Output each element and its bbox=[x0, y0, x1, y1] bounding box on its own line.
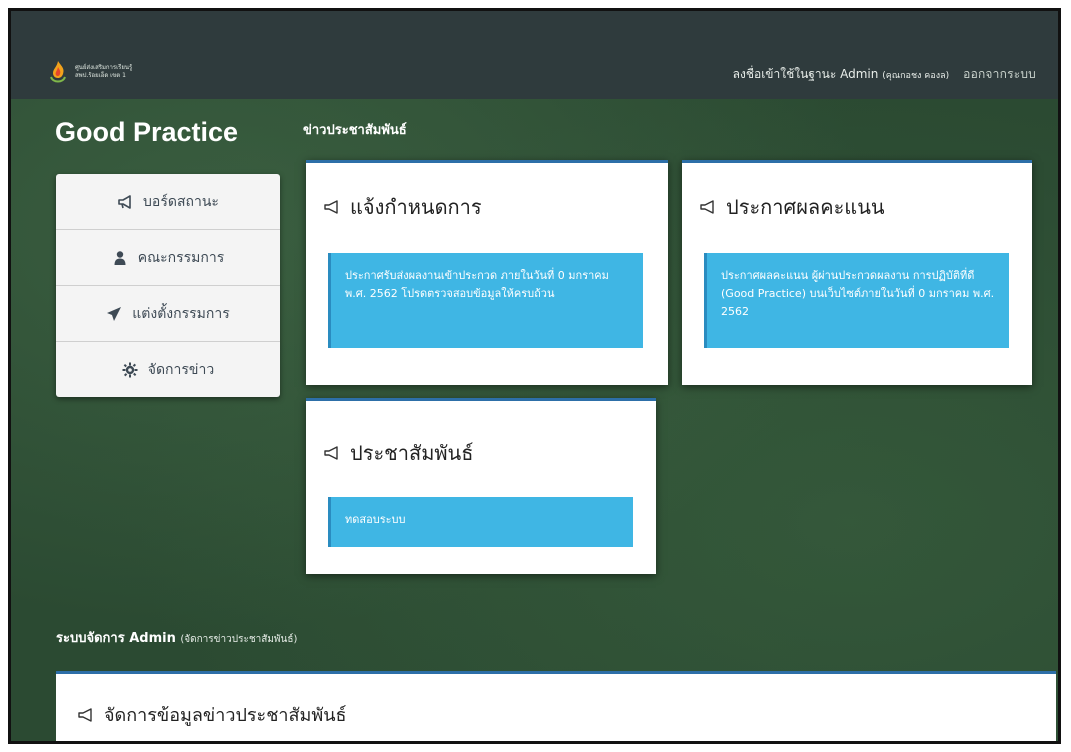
admin-section-heading: ระบบจัดการ Admin (จัดการข่าวประชาสัมพันธ… bbox=[56, 627, 297, 648]
sidebar-item-label: บอร์ดสถานะ bbox=[143, 193, 219, 210]
megaphone-icon bbox=[700, 200, 714, 214]
gear-icon bbox=[122, 362, 138, 378]
card-message: ประกาศรับส่งผลงานเข้าประกวด ภายในวันที่ … bbox=[328, 253, 643, 348]
megaphone-icon bbox=[324, 446, 338, 460]
admin-manage-news-card: จัดการข้อมูลข่าวประชาสัมพันธ์ bbox=[56, 671, 1056, 741]
screenshot-frame: ศูนย์ส่งเสริมการเรียนรู้ สพป.ร้อยเอ็ด เข… bbox=[8, 8, 1061, 744]
megaphone-icon bbox=[324, 200, 338, 214]
card-message: ประกาศผลคะแนน ผู้ผ่านประกวดผลงาน การปฏิบ… bbox=[704, 253, 1009, 348]
login-as-text: ลงชื่อเข้าใช้ในฐานะ Admin bbox=[732, 67, 879, 81]
flame-logo-icon bbox=[50, 61, 66, 83]
card-title: ประชาสัมพันธ์ bbox=[350, 441, 474, 465]
card-title: ประกาศผลคะแนน bbox=[726, 195, 885, 219]
logo-text: ศูนย์ส่งเสริมการเรียนรู้ สพป.ร้อยเอ็ด เข… bbox=[75, 64, 132, 80]
sidebar-menu: บอร์ดสถานะ คณะกรรมการ แต่งตั้งกรรมการ จั… bbox=[56, 174, 280, 397]
sidebar-item-label: คณะกรรมการ bbox=[137, 249, 225, 266]
nav-right: ลงชื่อเข้าใช้ในฐานะ Admin (คุณกอชง คองล)… bbox=[733, 65, 1036, 84]
site-logo[interactable]: ศูนย์ส่งเสริมการเรียนรู้ สพป.ร้อยเอ็ด เข… bbox=[47, 59, 132, 85]
megaphone-icon bbox=[117, 194, 133, 210]
user-name: (คุณกอชง คองล) bbox=[882, 71, 950, 81]
sidebar-item-status-board[interactable]: บอร์ดสถานะ bbox=[56, 174, 280, 230]
logo-line-2: สพป.ร้อยเอ็ด เขต 1 bbox=[75, 72, 126, 79]
card-message: ทดสอบระบบ bbox=[328, 497, 633, 547]
paper-plane-icon bbox=[106, 306, 122, 322]
card-header: จัดการข้อมูลข่าวประชาสัมพันธ์ bbox=[78, 700, 347, 729]
card-title: แจ้งกำหนดการ bbox=[350, 195, 482, 219]
admin-sublabel: (จัดการข่าวประชาสัมพันธ์) bbox=[180, 634, 298, 645]
news-card-results: ประกาศผลคะแนน ประกาศผลคะแนน ผู้ผ่านประกว… bbox=[682, 160, 1032, 385]
login-status: ลงชื่อเข้าใช้ในฐานะ Admin (คุณกอชง คองล) bbox=[733, 65, 950, 84]
sidebar-item-label: แต่งตั้งกรรมการ bbox=[132, 305, 230, 322]
card-header: ประชาสัมพันธ์ bbox=[324, 437, 473, 469]
news-card-schedule: แจ้งกำหนดการ ประกาศรับส่งผลงานเข้าประกวด… bbox=[306, 160, 668, 385]
user-icon bbox=[112, 250, 128, 266]
card-header: แจ้งกำหนดการ bbox=[324, 191, 482, 223]
admin-card-title: จัดการข้อมูลข่าวประชาสัมพันธ์ bbox=[104, 705, 347, 726]
sidebar-item-appoint-committee[interactable]: แต่งตั้งกรรมการ bbox=[56, 286, 280, 342]
logo-line-1: ศูนย์ส่งเสริมการเรียนรู้ bbox=[75, 64, 133, 71]
megaphone-icon bbox=[78, 707, 92, 722]
section-title: ข่าวประชาสัมพันธ์ bbox=[303, 123, 407, 138]
sidebar-item-label: จัดการข่าว bbox=[147, 361, 215, 378]
news-card-announcement: ประชาสัมพันธ์ ทดสอบระบบ bbox=[306, 398, 656, 574]
admin-label: ระบบจัดการ Admin bbox=[56, 631, 176, 646]
top-navbar: ศูนย์ส่งเสริมการเรียนรู้ สพป.ร้อยเอ็ด เข… bbox=[11, 11, 1058, 99]
card-header: ประกาศผลคะแนน bbox=[700, 191, 885, 223]
logout-link[interactable]: ออกจากระบบ bbox=[963, 65, 1036, 84]
sidebar-item-committee[interactable]: คณะกรรมการ bbox=[56, 230, 280, 286]
sidebar-item-manage-news[interactable]: จัดการข่าว bbox=[56, 342, 280, 397]
brand-title: Good Practice bbox=[55, 117, 239, 147]
